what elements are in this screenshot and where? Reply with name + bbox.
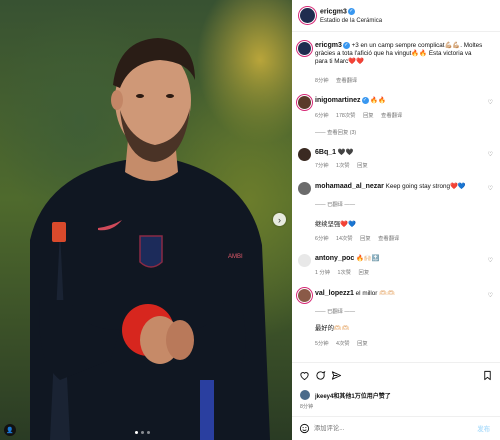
post-actions: jkeey4和其他1万位用户赞了 8分钟 [292,362,500,412]
tagged-users-icon[interactable]: 👤 [4,424,16,436]
comment-body: 🔥🙌🏻🔝 [356,255,380,262]
comment-username[interactable]: inigomartinez [315,97,361,104]
comment-time: 6分钟 [315,113,329,119]
author-avatar[interactable] [300,8,315,23]
comment-meta: 6分钟 14次赞 回复 查看翻译 [315,234,405,242]
comment-text: inigomartinez ✓ 🔥🔥 [315,97,484,105]
comment-username[interactable]: mohamaad_al_nezar [315,183,384,190]
translated-label: —— 已翻译 —— [315,309,356,315]
comment-like-icon[interactable]: ♡ [488,292,493,299]
liker-avatar[interactable] [300,390,310,400]
comment-like-icon[interactable]: ♡ [488,151,493,158]
caption-translate-link[interactable]: 查看翻译 [336,78,357,84]
author-info: ericgm3 ✓ Estadio de la Cerámica [320,8,382,24]
post-header: ericgm3 ✓ Estadio de la Cerámica [292,0,500,32]
instagram-post-modal: AMBI › 👤 ericgm3 ✓ Estadio de la Cerámica [0,0,500,440]
comment-meta: 1 分钟 1次赞 回复 [315,268,375,276]
share-icon[interactable] [331,370,342,381]
comment-reply-button[interactable]: 回复 [357,163,368,169]
comment-text: 6Bq_1 🖤🖤 [315,149,484,157]
comment-avatar[interactable] [298,254,311,267]
comment-time: 1 分钟 [315,270,331,276]
comment-time: 5分钟 [315,341,329,347]
post-caption: ericgm3 ✓ +3 en un camp sempre complicat💪… [292,40,500,90]
comment-like-icon[interactable]: ♡ [488,257,493,264]
comment-text: antony_poc 🔥🙌🏻🔝 [315,255,484,263]
comment-body: 🖤🖤 [337,149,354,156]
carousel-dot [135,431,138,434]
likes-summary[interactable]: jkeey4和其他1万位用户赞了 [315,391,391,400]
comment-time: 6分钟 [315,236,329,242]
comment-avatar[interactable] [298,182,311,195]
comment-translate-link[interactable]: 查看翻译 [378,236,399,242]
verified-icon: ✓ [342,42,350,49]
comment-item: antony_poc 🔥🙌🏻🔝 ♡ 1 分钟 1次赞 回复 [292,252,500,280]
comment-icon[interactable] [315,370,326,381]
comment-likes[interactable]: 14次赞 [336,236,353,242]
comment-like-icon[interactable]: ♡ [488,185,493,192]
comment-like-icon[interactable]: ♡ [488,99,493,106]
comment-username[interactable]: 6Bq_1 [315,149,336,156]
carousel-dots [135,431,150,434]
caption-avatar[interactable] [298,42,311,55]
emoji-icon[interactable] [299,423,310,434]
add-comment-bar: 发布 [292,416,500,440]
post-location[interactable]: Estadio de la Cerámica [320,18,382,24]
comment-meta: 5分钟 4次赞 回复 [315,339,374,347]
comment-body: el millor 🫶🏻🫶🏻 [355,290,395,297]
translated-text: 最好的🫶🏻🫶🏻 [315,325,350,332]
post-date: 8分钟 [300,404,314,410]
comment-item: 6Bq_1 🖤🖤 ♡ 7分钟 1次赞 回复 [292,146,500,172]
caption-time: 8分钟 [315,78,329,84]
caption-meta: 8分钟 查看翻译 [315,76,363,84]
comment-reply-button[interactable]: 回复 [360,236,371,242]
translated-label: —— 已翻译 —— [315,202,356,208]
verified-icon: ✓ [347,8,355,15]
comment-avatar[interactable] [298,96,311,109]
comment-avatar[interactable] [298,148,311,161]
verified-icon: ✓ [361,97,369,104]
translated-text: 继续坚强❤️💙 [315,221,356,228]
comment-item: inigomartinez ✓ 🔥🔥 ♡ 6分钟 178次赞 回复 查看翻译 ——… [292,94,500,142]
comment-translate-link[interactable]: 查看翻译 [381,113,402,119]
caption-text: ericgm3 ✓ +3 en un camp sempre complicat💪… [315,42,484,66]
bookmark-icon[interactable] [482,370,493,381]
comment-time: 7分钟 [315,163,329,169]
caption-username[interactable]: ericgm3 [315,42,342,49]
comment-reply-button[interactable]: 回复 [357,341,368,347]
comment-text: mohamaad_al_nezar Keep going stay strong… [315,183,484,191]
comment-body: Keep going stay strong❤️💙 [385,183,466,190]
comment-likes[interactable]: 4次赞 [336,341,350,347]
comment-avatar[interactable] [298,289,311,302]
carousel-dot [141,431,144,434]
post-comment-button[interactable]: 发布 [477,424,490,433]
comment-meta: 6分钟 178次赞 回复 查看翻译 [315,111,408,119]
carousel-dot [147,431,150,434]
comment-likes[interactable]: 1次赞 [336,163,350,169]
comment-likes[interactable]: 1次赞 [338,270,352,276]
comment-input[interactable] [314,422,454,435]
comment-username[interactable]: antony_poc [315,255,354,262]
next-image-button[interactable]: › [273,213,286,226]
comment-username[interactable]: val_lopezz1 [315,290,354,297]
comment-body: 🔥🔥 [370,97,386,105]
comment-likes[interactable]: 178次赞 [336,113,355,119]
comment-reply-button[interactable]: 回复 [363,113,374,119]
comment-reply-button[interactable]: 回复 [359,270,370,276]
comment-item: mohamaad_al_nezar Keep going stay strong… [292,180,500,244]
author-username[interactable]: ericgm3 [320,8,347,15]
player-photo: AMBI [30,38,270,440]
heart-icon[interactable] [299,370,310,381]
post-media[interactable]: AMBI › 👤 [0,0,292,440]
comment-item: val_lopezz1 el millor 🫶🏻🫶🏻 ♡ —— 已翻译 —— 最… [292,287,500,353]
comment-meta: 7分钟 1次赞 回复 [315,161,374,169]
view-replies-button[interactable]: —— 查看回复 (3) [315,128,356,136]
chevron-right-icon: › [278,214,281,225]
svg-text:AMBI: AMBI [228,254,243,260]
post-side-panel: ericgm3 ✓ Estadio de la Cerámica ericgm3 ✓… [292,0,500,440]
comment-text: val_lopezz1 el millor 🫶🏻🫶🏻 [315,290,484,298]
